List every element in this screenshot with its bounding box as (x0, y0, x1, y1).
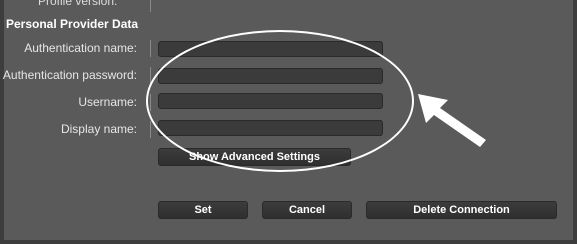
username-field[interactable] (158, 93, 383, 109)
row-divider (150, 67, 151, 84)
pointer-arrow-icon (418, 94, 486, 147)
authentication-password-field[interactable] (158, 68, 383, 84)
display-name-label: Display name: (60, 122, 137, 136)
window-frame-bottom (0, 240, 577, 244)
username-label: Username: (78, 95, 137, 109)
window-frame-right (573, 0, 577, 244)
show-advanced-settings-button[interactable]: Show Advanced Settings (158, 148, 351, 166)
authentication-name-label: Authentication name: (24, 41, 137, 55)
row-divider (150, 40, 151, 57)
authentication-name-field[interactable] (158, 41, 383, 57)
row-divider (150, 121, 151, 138)
display-name-field[interactable] (158, 120, 383, 136)
cancel-button[interactable]: Cancel (262, 201, 352, 219)
column-divider (150, 0, 151, 12)
profile-version-label: Profile version: (38, 0, 118, 8)
authentication-password-label: Authentication password: (2, 68, 137, 82)
delete-connection-button[interactable]: Delete Connection (366, 201, 557, 219)
row-divider (150, 94, 151, 111)
section-title: Personal Provider Data (6, 17, 139, 31)
window-frame-left (0, 0, 4, 244)
set-button[interactable]: Set (158, 201, 248, 219)
